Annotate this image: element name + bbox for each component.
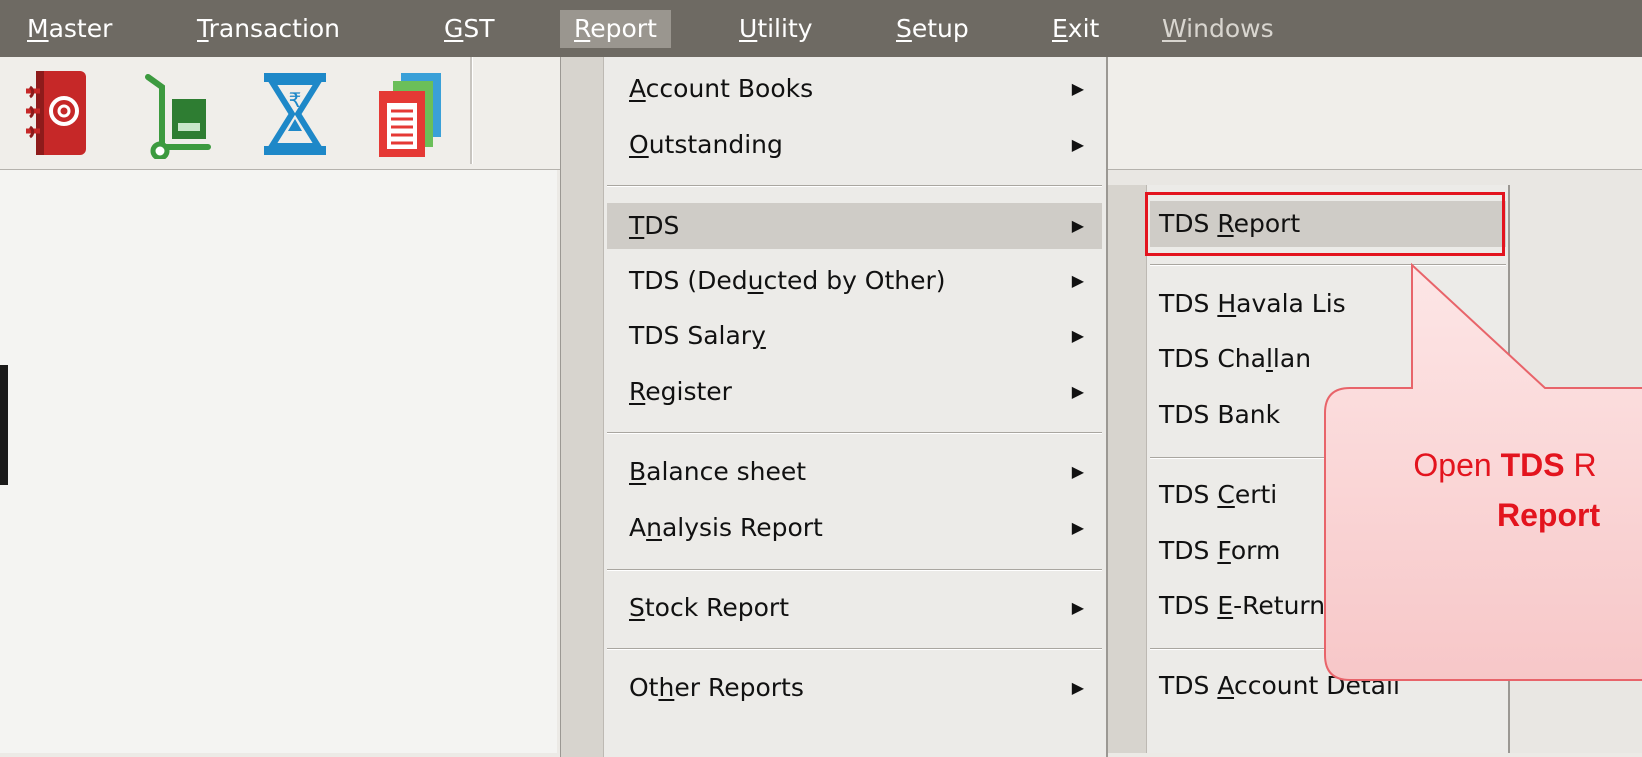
submenu-arrow-icon: ▶: [1071, 462, 1084, 481]
menu-separator: [607, 569, 1102, 571]
menu-item-balance-sheet[interactable]: Balance sheet ▶: [607, 449, 1102, 495]
menu-master[interactable]: Master: [27, 10, 112, 48]
menu-separator: [607, 432, 1102, 434]
report-menu: Account Books ▶ Outstanding ▶ TDS ▶ TDS …: [560, 57, 1108, 757]
submenu-item-tds-havala-list[interactable]: TDS Havala Lis: [1150, 281, 1506, 327]
menu-transaction[interactable]: Transaction: [197, 10, 340, 48]
submenu-arrow-icon: ▶: [1071, 382, 1084, 401]
submenu-item-tds-bank[interactable]: TDS Bank: [1150, 392, 1506, 438]
submenu-arrow-icon: ▶: [1071, 216, 1084, 235]
menu-item-tds-deducted-by-other[interactable]: TDS (Deducted by Other) ▶: [607, 258, 1102, 304]
submenu-arrow-icon: ▶: [1071, 326, 1084, 345]
menu-gst[interactable]: GST: [444, 10, 495, 48]
submenu-item-tds-e-return[interactable]: TDS E-Return: [1150, 583, 1506, 629]
menu-item-analysis-report[interactable]: Analysis Report ▶: [607, 505, 1102, 551]
menu-bar: Master Transaction GST Report Utility Se…: [0, 0, 1642, 57]
menu-separator: [1150, 264, 1506, 266]
menu-exit[interactable]: Exit: [1052, 10, 1099, 48]
window-edge: [0, 365, 8, 485]
menu-item-tds-salary[interactable]: TDS Salary ▶: [607, 313, 1102, 359]
submenu-arrow-icon: ▶: [1071, 79, 1084, 98]
menu-item-stock-report[interactable]: Stock Report ▶: [607, 585, 1102, 631]
menu-separator: [1150, 648, 1506, 650]
menu-utility[interactable]: Utility: [739, 10, 813, 48]
submenu-item-tds-account-detail[interactable]: TDS Account Detail: [1150, 663, 1506, 709]
menu-windows[interactable]: Windows: [1162, 10, 1274, 48]
submenu-arrow-icon: ▶: [1071, 598, 1084, 617]
submenu-arrow-icon: ▶: [1071, 678, 1084, 697]
documents-icon[interactable]: [375, 69, 445, 159]
menu-item-account-books[interactable]: Account Books ▶: [607, 66, 1102, 112]
toolbar-divider: [470, 57, 473, 164]
workspace: [0, 170, 557, 753]
menu-report[interactable]: Report: [560, 10, 671, 48]
menu-setup[interactable]: Setup: [896, 10, 969, 48]
submenu-item-tds-challan[interactable]: TDS Challan: [1150, 336, 1506, 382]
submenu-arrow-icon: ▶: [1071, 518, 1084, 537]
hand-truck-icon[interactable]: [142, 69, 212, 161]
menu-separator: [607, 185, 1102, 187]
svg-text:₹: ₹: [289, 88, 302, 112]
menu-item-register[interactable]: Register ▶: [607, 369, 1102, 415]
menu-gutter: [561, 57, 604, 757]
highlight-box: [1145, 192, 1505, 256]
menu-item-tds[interactable]: TDS ▶: [607, 203, 1102, 249]
menu-separator: [607, 648, 1102, 650]
address-book-icon[interactable]: [22, 69, 92, 159]
menu-gutter: [1108, 185, 1147, 753]
hourglass-rupee-icon[interactable]: ₹: [260, 69, 330, 159]
callout-text: Open TDS R Report: [1413, 447, 1601, 533]
submenu-arrow-icon: ▶: [1071, 135, 1084, 154]
submenu-arrow-icon: ▶: [1071, 271, 1084, 290]
menu-item-outstanding[interactable]: Outstanding ▶: [607, 122, 1102, 168]
menu-item-other-reports[interactable]: Other Reports ▶: [607, 665, 1102, 711]
